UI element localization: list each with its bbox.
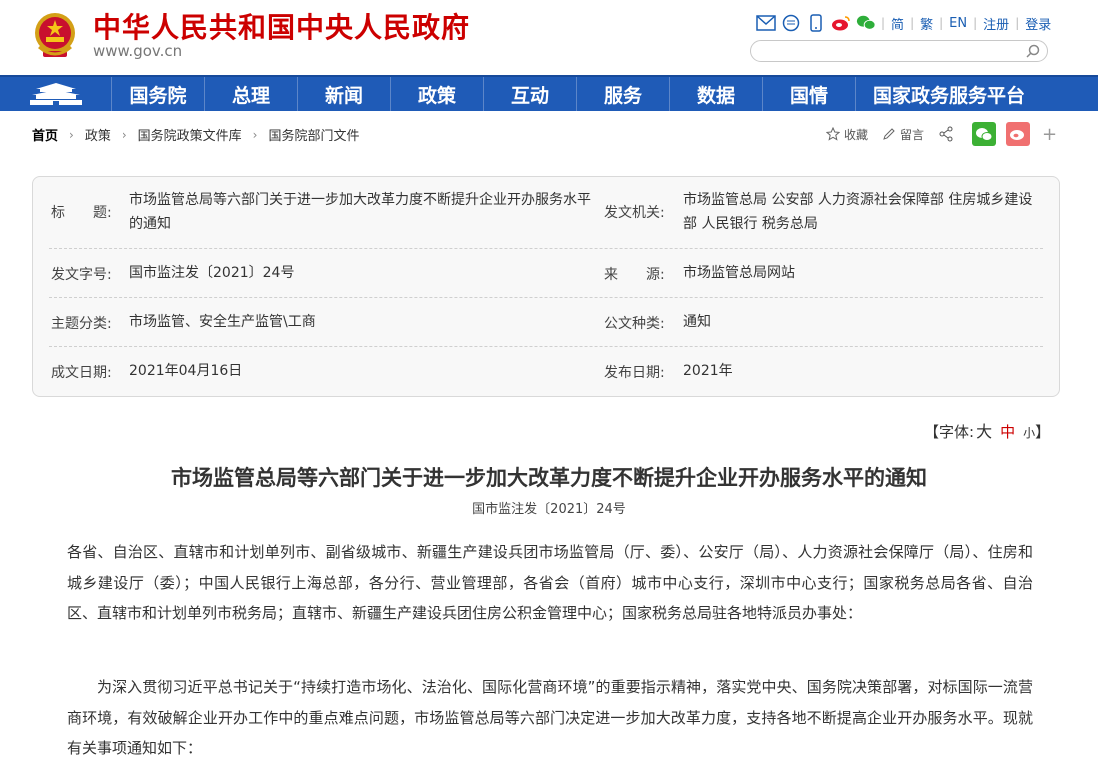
breadcrumb-policy[interactable]: 政策 — [85, 125, 111, 144]
pencil-icon — [883, 128, 895, 140]
date-value: 2021年04月16日 — [129, 363, 243, 379]
weibo-share-button[interactable] — [1006, 122, 1031, 146]
font-size-large[interactable]: 大 — [976, 422, 992, 441]
nav-national-info[interactable]: 国情 — [763, 77, 856, 111]
top-tools: | 简 | 繁 | EN | 注册 | 登录 — [756, 12, 1057, 34]
date-label: 成文日期: — [51, 365, 112, 381]
info-row-docno: 发文字号: 国市监注发〔2021〕24号 来 源: 市场监管总局网站 — [49, 249, 1043, 298]
search-icon[interactable] — [1025, 43, 1041, 59]
nav-premier[interactable]: 总理 — [205, 77, 298, 111]
article-doc-number: 国市监注发〔2021〕24号 — [472, 502, 626, 517]
title-label: 标 题: — [51, 205, 112, 221]
docno-value: 国市监注发〔2021〕24号 — [129, 265, 295, 281]
favorite-label: 收藏 — [844, 127, 869, 142]
share-bar: 收藏 留言 + — [826, 122, 1057, 146]
share-button[interactable] — [938, 126, 958, 142]
title-value: 市场监管总局等六部门关于进一步加大改革力度不断提升企业开办服务水平的通知 — [129, 192, 591, 232]
article-paragraph-1: 各省、自治区、直辖市和计划单列市、副省级城市、新疆生产建设兵团市场监管局（厅、委… — [67, 543, 1033, 623]
issuer-label: 发文机关: — [604, 205, 665, 221]
message-icon[interactable] — [781, 13, 801, 33]
comment-button[interactable]: 留言 — [882, 126, 924, 143]
breadcrumb-home[interactable]: 首页 — [32, 125, 58, 144]
nav-policy[interactable]: 政策 — [391, 77, 484, 111]
national-emblem-icon[interactable] — [33, 11, 77, 61]
font-size-prefix: 【字体: — [924, 423, 975, 441]
docno-label: 发文字号: — [51, 267, 112, 283]
star-icon — [826, 127, 840, 141]
mobile-icon[interactable] — [806, 13, 826, 33]
login-link[interactable]: 登录 — [1025, 14, 1051, 33]
nav-news[interactable]: 新闻 — [298, 77, 391, 111]
pub-value: 2021年 — [683, 363, 733, 379]
font-size-small[interactable]: 小 — [1023, 426, 1035, 440]
font-size-medium[interactable]: 中 — [1000, 423, 1015, 441]
search-box — [750, 40, 1048, 62]
chevron-right-icon: › — [252, 127, 258, 142]
favorite-button[interactable]: 收藏 — [826, 126, 868, 143]
breadcrumb-bar: 首页 › 政策 › 国务院政策文件库 › 国务院部门文件 收藏 留言 + — [0, 111, 1098, 157]
chevron-right-icon: › — [69, 127, 74, 142]
breadcrumb-dept-documents[interactable]: 国务院部门文件 — [268, 125, 359, 144]
document-info-table: 标 题: 市场监管总局等六部门关于进一步加大改革力度不断提升企业开办服务水平的通… — [32, 176, 1060, 397]
breadcrumb: 首页 › 政策 › 国务院政策文件库 › 国务院部门文件 — [32, 125, 360, 145]
article-title: 市场监管总局等六部门关于进一步加大改革力度不断提升企业开办服务水平的通知 — [171, 465, 927, 490]
font-size-switch: 【字体: 大中小】 — [924, 418, 1050, 442]
info-row-date: 成文日期: 2021年04月16日 发布日期: 2021年 — [49, 347, 1043, 396]
nav-home[interactable] — [0, 77, 112, 111]
topic-label: 主题分类: — [51, 316, 112, 332]
issuer-value: 市场监管总局 公安部 人力资源社会保障部 住房城乡建设部 人民银行 税务总局 — [683, 192, 1033, 232]
lang-traditional-link[interactable]: 繁 — [920, 14, 933, 33]
share-icon — [939, 126, 953, 142]
font-size-suffix: 】 — [1035, 423, 1051, 441]
nav-gov-service-platform[interactable]: 国家政务服务平台 — [856, 77, 1042, 111]
mail-icon[interactable] — [756, 13, 776, 33]
site-header: 中华人民共和国中央人民政府 www.gov.cn | 简 | 繁 | EN | … — [0, 0, 1098, 75]
wechat-icon — [976, 127, 993, 141]
source-label: 来 源: — [604, 267, 665, 283]
nav-data[interactable]: 数据 — [670, 77, 763, 111]
info-row-title: 标 题: 市场监管总局等六部门关于进一步加大改革力度不断提升企业开办服务水平的通… — [49, 177, 1043, 249]
search-input[interactable] — [751, 41, 1011, 61]
source-value: 市场监管总局网站 — [683, 265, 795, 281]
nav-state-council[interactable]: 国务院 — [112, 77, 205, 111]
article-paragraph-2: 为深入贯彻习近平总书记关于“持续打造市场化、法治化、国际化营商环境”的重要指示精… — [67, 678, 1033, 758]
pub-label: 发布日期: — [604, 365, 665, 381]
comment-label: 留言 — [900, 127, 925, 142]
type-label: 公文种类: — [604, 316, 665, 332]
type-value: 通知 — [683, 314, 711, 330]
info-row-topic: 主题分类: 市场监管、安全生产监管\工商 公文种类: 通知 — [49, 298, 1043, 347]
site-title[interactable]: 中华人民共和国中央人民政府 — [93, 6, 470, 46]
lang-english-link[interactable]: EN — [949, 16, 967, 31]
lang-simplified-link[interactable]: 简 — [891, 14, 904, 33]
breadcrumb-policy-library[interactable]: 国务院政策文件库 — [138, 125, 242, 144]
register-link[interactable]: 注册 — [983, 14, 1009, 33]
topic-value: 市场监管、安全生产监管\工商 — [129, 314, 316, 330]
nav-interaction[interactable]: 互动 — [484, 77, 577, 111]
weibo-icon — [1010, 130, 1025, 140]
more-share-icon[interactable]: + — [1042, 124, 1057, 145]
wechat-share-button[interactable] — [972, 122, 997, 146]
tiananmen-icon — [29, 83, 82, 105]
site-url[interactable]: www.gov.cn — [93, 42, 182, 60]
weibo-icon[interactable] — [831, 13, 851, 33]
nav-services[interactable]: 服务 — [577, 77, 670, 111]
main-nav: 国务院 总理 新闻 政策 互动 服务 数据 国情 国家政务服务平台 — [0, 75, 1098, 111]
wechat-icon[interactable] — [856, 13, 876, 33]
chevron-right-icon: › — [121, 127, 127, 142]
